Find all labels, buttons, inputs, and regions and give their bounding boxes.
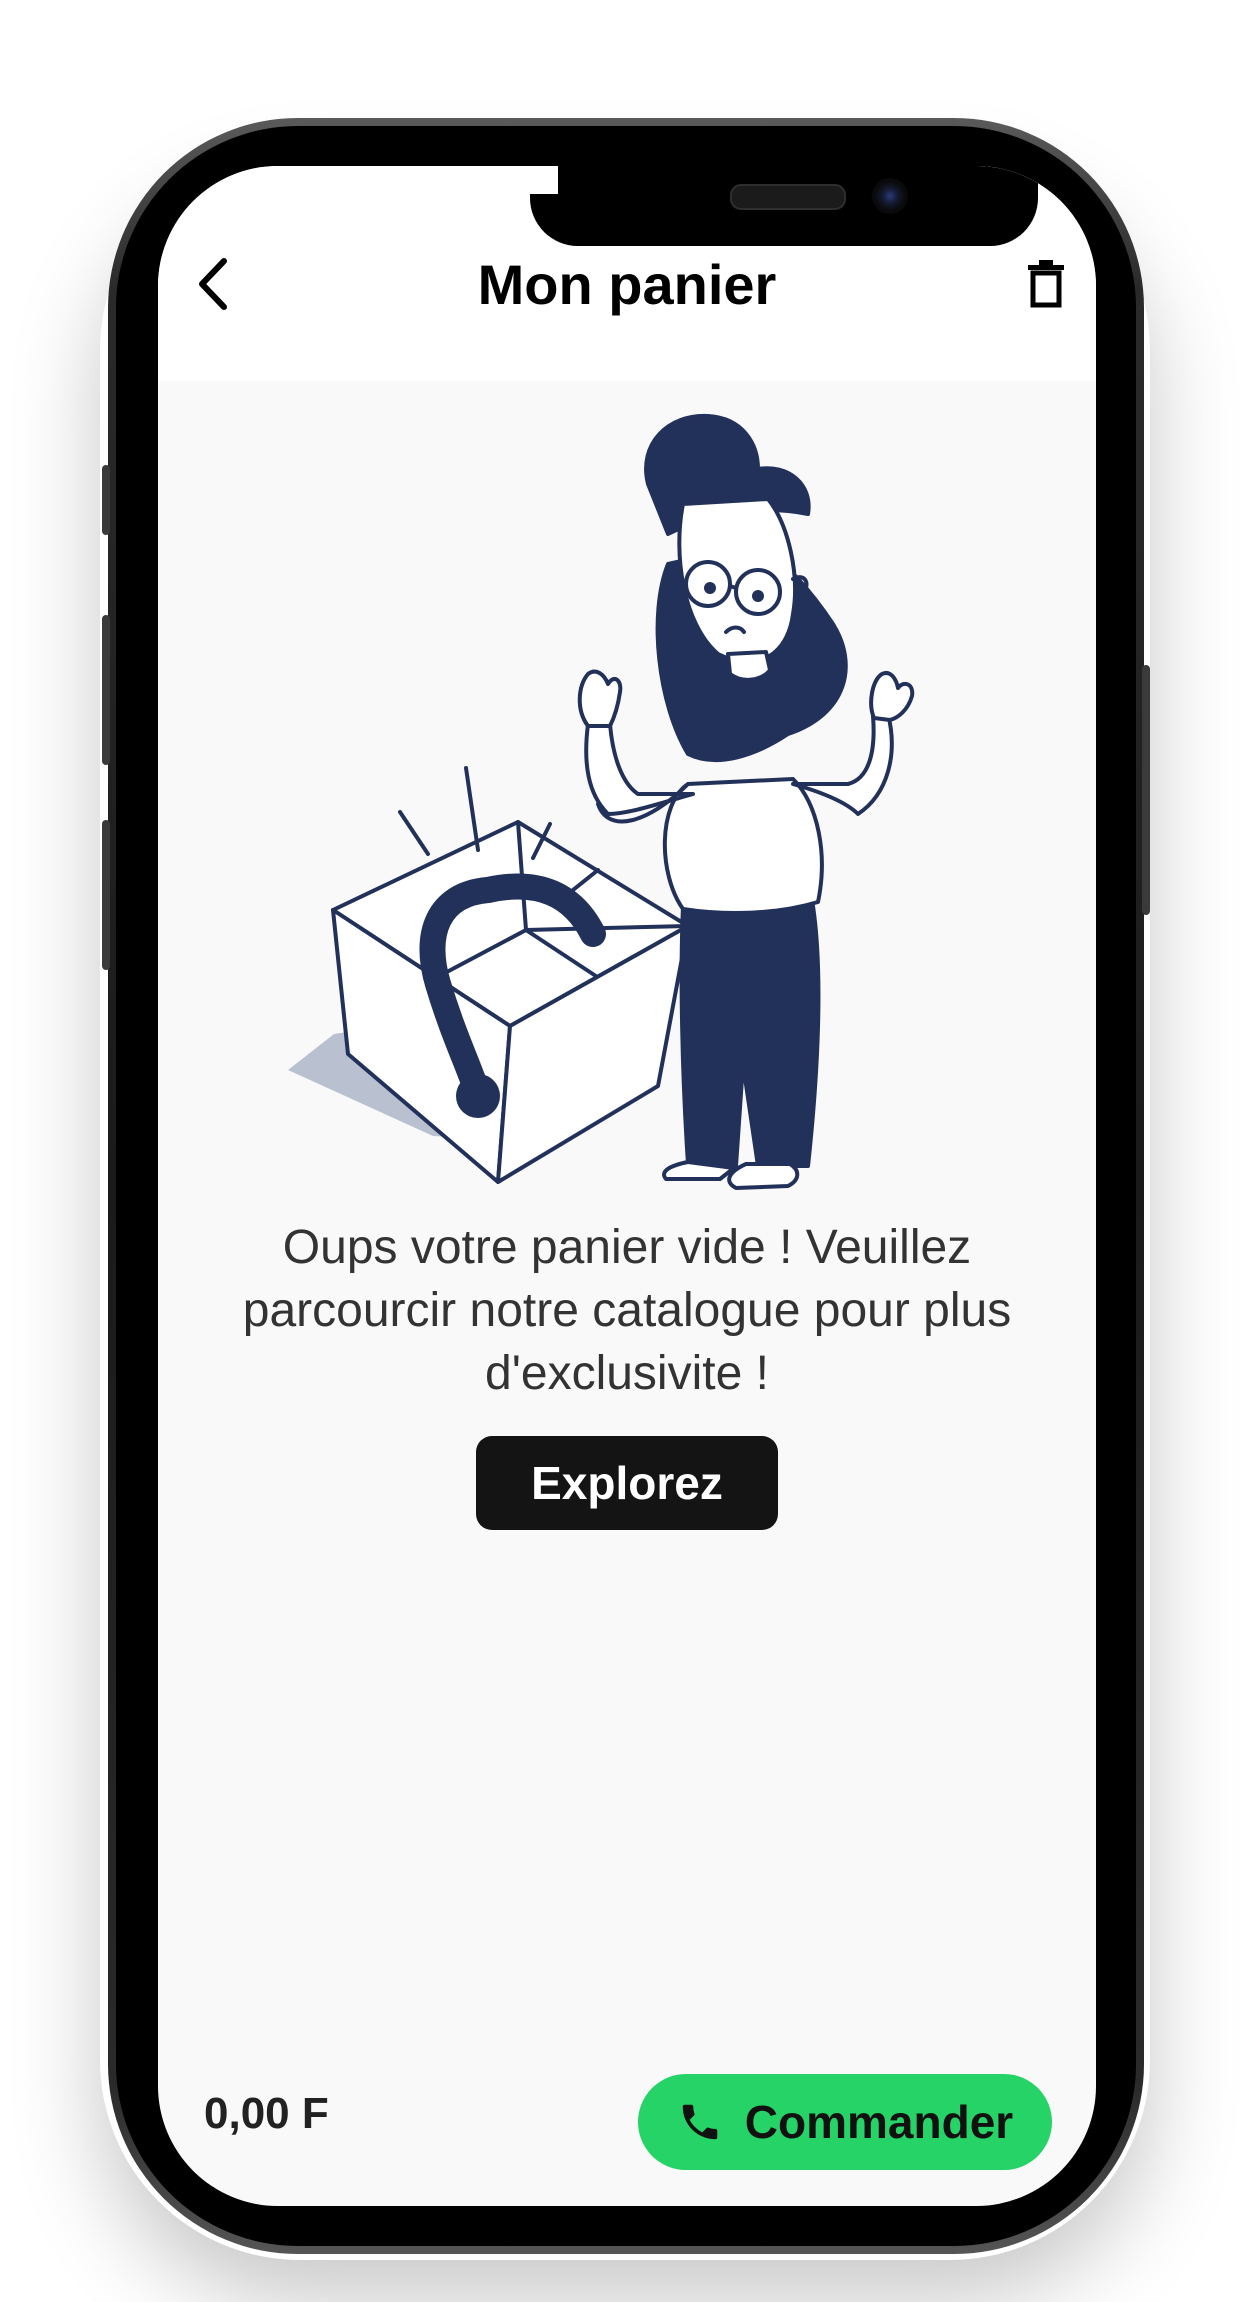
order-button[interactable]: Commander bbox=[638, 2074, 1052, 2170]
power-button bbox=[1142, 665, 1150, 915]
page-title: Mon panier bbox=[477, 253, 777, 316]
empty-basket-illustration bbox=[288, 413, 915, 1190]
phone-icon bbox=[682, 2104, 718, 2140]
app-screen: Mon panier Oups votre panier vide ! Veui… bbox=[158, 166, 1096, 2206]
earpiece-speaker bbox=[730, 184, 846, 210]
cart-total: 0,00 F bbox=[204, 2089, 329, 2138]
volume-down-button bbox=[102, 820, 110, 970]
empty-cart-message: Oups votre panier vide ! Veuillez parcou… bbox=[242, 1221, 1012, 1400]
notch bbox=[530, 166, 1038, 246]
silent-switch bbox=[102, 465, 110, 535]
front-camera bbox=[872, 178, 908, 214]
order-button-label: Commander bbox=[744, 2096, 1014, 2148]
explore-button[interactable]: Explorez bbox=[476, 1436, 778, 1530]
volume-up-button bbox=[102, 615, 110, 765]
clear-cart-button[interactable] bbox=[1020, 254, 1072, 314]
trash-icon bbox=[1028, 260, 1064, 308]
